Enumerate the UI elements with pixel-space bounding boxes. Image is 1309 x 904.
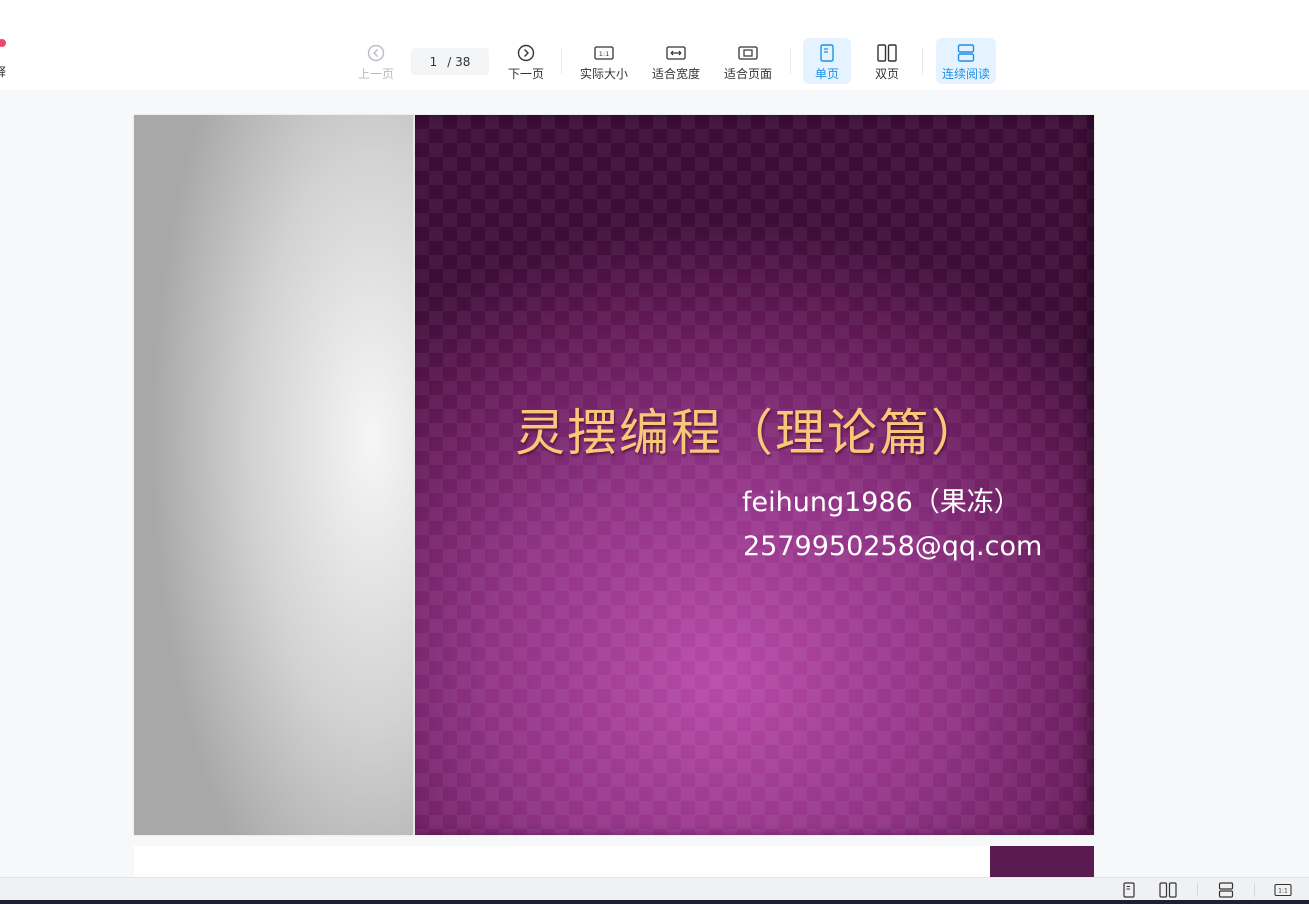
fit-page-label: 适合页面 [723, 67, 772, 81]
statusbar-actual-size-button[interactable]: 1:1 [1273, 881, 1293, 899]
chevron-right-circle-icon [515, 42, 537, 64]
toolbar-divider [561, 48, 562, 74]
statusbar-divider [1254, 883, 1255, 897]
bottom-status-bar: 1:1 [0, 877, 1309, 901]
prev-page-label: 上一页 [357, 67, 394, 81]
slide-email: 2579950258@qq.com [743, 531, 1043, 562]
fit-page-icon [737, 42, 759, 64]
document-viewer[interactable]: 灵摆编程（理论篇） feihung1986（果冻） 2579950258@qq.… [0, 90, 1309, 877]
statusbar-continuous-button[interactable] [1216, 881, 1236, 899]
continuous-read-label: 连续阅读 [941, 67, 990, 81]
document-page-1: 灵摆编程（理论篇） feihung1986（果冻） 2579950258@qq.… [134, 115, 1094, 835]
svg-text:1:1: 1:1 [599, 50, 609, 58]
notification-dot-icon [0, 39, 6, 47]
slide-author: feihung1986（果冻） [742, 487, 1021, 518]
slide-title: 灵摆编程（理论篇） [515, 404, 983, 462]
next-page-label: 下一页 [507, 67, 544, 81]
fit-width-button[interactable]: 适合宽度 [650, 38, 702, 84]
fit-width-label: 适合宽度 [651, 67, 700, 81]
actual-size-button[interactable]: 1:1 实际大小 [578, 38, 630, 84]
double-page-button[interactable]: 双页 [864, 38, 910, 84]
single-page-icon [816, 42, 838, 64]
top-toolbar: 释 上一页 1 / 38 下一页 1:1 实际大小 适合宽度 适合页面 单页 双… [0, 0, 1309, 90]
total-pages: / 38 [447, 54, 471, 69]
statusbar-single-page-button[interactable] [1119, 881, 1139, 899]
single-page-label: 单页 [814, 67, 839, 81]
double-page-icon [1159, 882, 1177, 898]
single-page-icon [1123, 882, 1135, 898]
pdf-viewer-app: 释 上一页 1 / 38 下一页 1:1 实际大小 适合宽度 适合页面 单页 双… [0, 0, 1309, 904]
double-page-icon [876, 42, 898, 64]
statusbar-divider [1197, 883, 1198, 897]
toolbar-divider [790, 48, 791, 74]
toolbar-divider [922, 48, 923, 74]
fit-page-button[interactable]: 适合页面 [722, 38, 774, 84]
continuous-read-button[interactable]: 连续阅读 [936, 38, 996, 84]
continuous-read-icon [1218, 882, 1234, 898]
chevron-left-circle-icon [365, 42, 387, 64]
taskbar-edge [0, 900, 1309, 904]
document-page-2-preview [134, 846, 1094, 877]
actual-size-icon: 1:1 [593, 42, 615, 64]
next-page-button[interactable]: 下一页 [505, 38, 547, 84]
single-page-button[interactable]: 单页 [803, 38, 851, 84]
actual-size-icon: 1:1 [1274, 883, 1292, 897]
page-number-input[interactable]: 1 / 38 [411, 48, 489, 75]
left-tool-label: 释 [0, 65, 7, 79]
slide-grey-panel [134, 115, 414, 835]
double-page-label: 双页 [874, 67, 899, 81]
slide-purple-strip [990, 846, 1094, 877]
current-page-number: 1 [429, 54, 438, 69]
continuous-read-icon [955, 42, 977, 64]
svg-text:1:1: 1:1 [1278, 888, 1288, 895]
actual-size-label: 实际大小 [579, 67, 628, 81]
prev-page-button[interactable]: 上一页 [355, 38, 397, 84]
left-cut-off-tool[interactable]: 释 [0, 36, 12, 86]
slide-purple-panel: 灵摆编程（理论篇） feihung1986（果冻） 2579950258@qq.… [415, 115, 1094, 835]
slide-vignette [415, 115, 1094, 835]
statusbar-double-page-button[interactable] [1158, 881, 1178, 899]
fit-width-icon [665, 42, 687, 64]
